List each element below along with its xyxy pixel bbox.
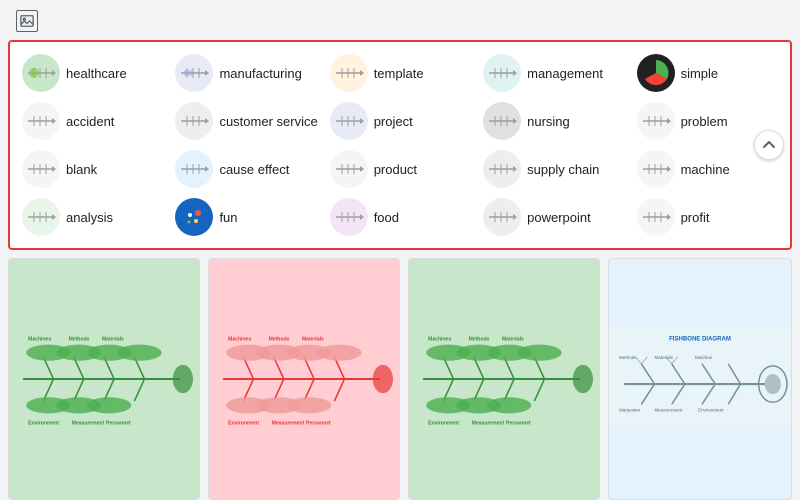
svg-text:Materials: Materials (302, 337, 324, 343)
tag-label-powerpoint: powerpoint (527, 210, 591, 225)
svg-text:Measurement: Measurement (655, 407, 684, 412)
tag-thumb-product (330, 150, 368, 188)
svg-text:Environment: Environment (428, 421, 459, 427)
tag-label-food: food (374, 210, 399, 225)
tag-thumb-cause-effect (175, 150, 213, 188)
tag-label-supply-chain: supply chain (527, 162, 599, 177)
svg-text:Environment: Environment (228, 421, 259, 427)
svg-text:Measurement: Measurement (72, 421, 105, 427)
tag-item-cause-effect[interactable]: cause effect (171, 148, 321, 190)
svg-text:Environment: Environment (698, 407, 724, 412)
tags-grid: healthcare manufacturing template manage… (18, 52, 782, 238)
tag-label-template: template (374, 66, 424, 81)
tag-label-analysis: analysis (66, 210, 113, 225)
tag-thumb-customer-service (175, 102, 213, 140)
tag-item-template[interactable]: template (326, 52, 475, 94)
tag-thumb-food (330, 198, 368, 236)
tag-item-powerpoint[interactable]: powerpoint (479, 196, 628, 238)
tag-thumb-manufacturing (175, 54, 213, 92)
svg-text:Methods: Methods (469, 337, 490, 343)
tag-label-profit: profit (681, 210, 710, 225)
tag-label-manufacturing: manufacturing (219, 66, 301, 81)
collapse-button[interactable] (754, 130, 784, 160)
fishbone-diagram-blue: FISHBONE DIAGRAM Methods Materials Machi… (609, 259, 791, 499)
tag-label-machine: machine (681, 162, 730, 177)
svg-text:Materials: Materials (502, 337, 524, 343)
tag-label-management: management (527, 66, 603, 81)
bottom-images-row: Machines Methods Materials Environment M… (0, 258, 800, 500)
svg-text:Methods: Methods (69, 337, 90, 343)
header (0, 0, 800, 40)
tag-thumb-accident (22, 102, 60, 140)
tag-item-analysis[interactable]: analysis (18, 196, 167, 238)
tag-item-product[interactable]: product (326, 148, 475, 190)
tag-thumb-supply-chain (483, 150, 521, 188)
tag-thumb-machine (637, 150, 675, 188)
svg-text:Machines: Machines (428, 337, 451, 343)
tag-thumb-nursing (483, 102, 521, 140)
fishbone-diagram-img1: Machines Methods Materials Environment M… (13, 263, 195, 495)
bottom-image-img4[interactable]: FISHBONE DIAGRAM Methods Materials Machi… (608, 258, 792, 500)
tag-label-blank: blank (66, 162, 97, 177)
tag-label-customer-service: customer service (219, 114, 317, 129)
svg-text:Machine: Machine (695, 355, 713, 360)
chevron-up-icon (762, 138, 776, 152)
tag-label-nursing: nursing (527, 114, 570, 129)
tag-item-blank[interactable]: blank (18, 148, 167, 190)
svg-text:Methods: Methods (269, 337, 290, 343)
bottom-image-img3[interactable]: Machines Methods Materials Environment M… (408, 258, 600, 500)
svg-text:Materials: Materials (655, 355, 674, 360)
tag-label-fun: fun (219, 210, 237, 225)
tag-item-supply-chain[interactable]: supply chain (479, 148, 628, 190)
tag-label-simple: simple (681, 66, 719, 81)
svg-text:Personnel: Personnel (306, 421, 331, 427)
bottom-image-img2[interactable]: Machines Methods Materials Environment M… (208, 258, 400, 500)
tag-label-project: project (374, 114, 413, 129)
page: healthcare manufacturing template manage… (0, 0, 800, 500)
svg-text:Environment: Environment (28, 421, 59, 427)
fishbone-diagram-img3: Machines Methods Materials Environment M… (413, 263, 595, 495)
svg-text:Machines: Machines (228, 337, 251, 343)
tag-label-accident: accident (66, 114, 114, 129)
tag-thumb-simple (637, 54, 675, 92)
tag-item-food[interactable]: food (326, 196, 475, 238)
image-icon (16, 10, 38, 32)
tag-label-problem: problem (681, 114, 728, 129)
tag-thumb-analysis (22, 198, 60, 236)
tag-item-healthcare[interactable]: healthcare (18, 52, 167, 94)
tag-thumb-management (483, 54, 521, 92)
tag-item-customer-service[interactable]: customer service (171, 100, 321, 142)
tag-item-manufacturing[interactable]: manufacturing (171, 52, 321, 94)
svg-text:FISHBONE DIAGRAM: FISHBONE DIAGRAM (669, 337, 731, 343)
svg-text:Personnel: Personnel (506, 421, 531, 427)
tag-item-accident[interactable]: accident (18, 100, 167, 142)
tag-thumb-profit (637, 198, 675, 236)
tag-thumb-healthcare (22, 54, 60, 92)
tag-item-simple[interactable]: simple (633, 52, 782, 94)
tags-section: healthcare manufacturing template manage… (8, 40, 792, 250)
tag-label-cause-effect: cause effect (219, 162, 289, 177)
bottom-image-img1[interactable]: Machines Methods Materials Environment M… (8, 258, 200, 500)
tag-item-profit[interactable]: profit (633, 196, 782, 238)
tag-label-healthcare: healthcare (66, 66, 127, 81)
tag-item-project[interactable]: project (326, 100, 475, 142)
fishbone-diagram-img2: Machines Methods Materials Environment M… (213, 263, 395, 495)
tag-thumb-project (330, 102, 368, 140)
svg-text:Measurement: Measurement (272, 421, 305, 427)
svg-text:Manpower: Manpower (619, 407, 641, 412)
tag-thumb-blank (22, 150, 60, 188)
svg-text:Personnel: Personnel (106, 421, 131, 427)
tag-thumb-powerpoint (483, 198, 521, 236)
svg-text:Machines: Machines (28, 337, 51, 343)
tag-label-product: product (374, 162, 417, 177)
tag-thumb-fun (175, 198, 213, 236)
svg-text:Measurement: Measurement (472, 421, 505, 427)
tag-item-management[interactable]: management (479, 52, 628, 94)
tag-thumb-problem (637, 102, 675, 140)
tag-item-nursing[interactable]: nursing (479, 100, 628, 142)
tag-thumb-template (330, 54, 368, 92)
svg-text:Methods: Methods (619, 355, 637, 360)
tag-item-fun[interactable]: fun (171, 196, 321, 238)
svg-text:Materials: Materials (102, 337, 124, 343)
